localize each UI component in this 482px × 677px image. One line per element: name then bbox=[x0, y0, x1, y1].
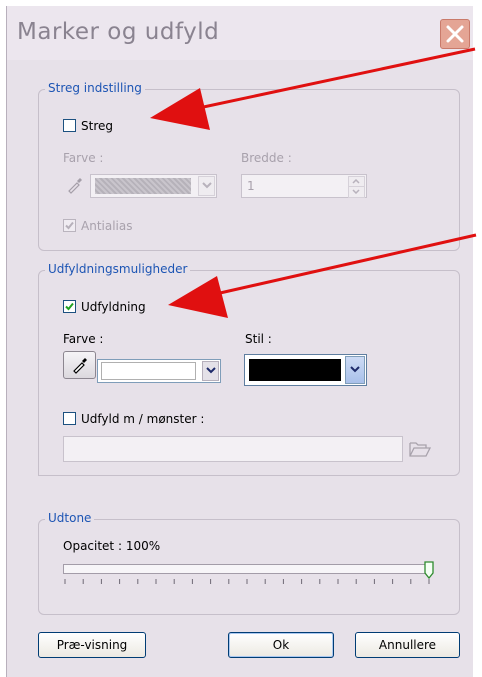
annotation-arrow-fill bbox=[168, 233, 477, 318]
annotation-arrows bbox=[150, 47, 477, 318]
annotation-arrow-stroke bbox=[150, 47, 476, 130]
